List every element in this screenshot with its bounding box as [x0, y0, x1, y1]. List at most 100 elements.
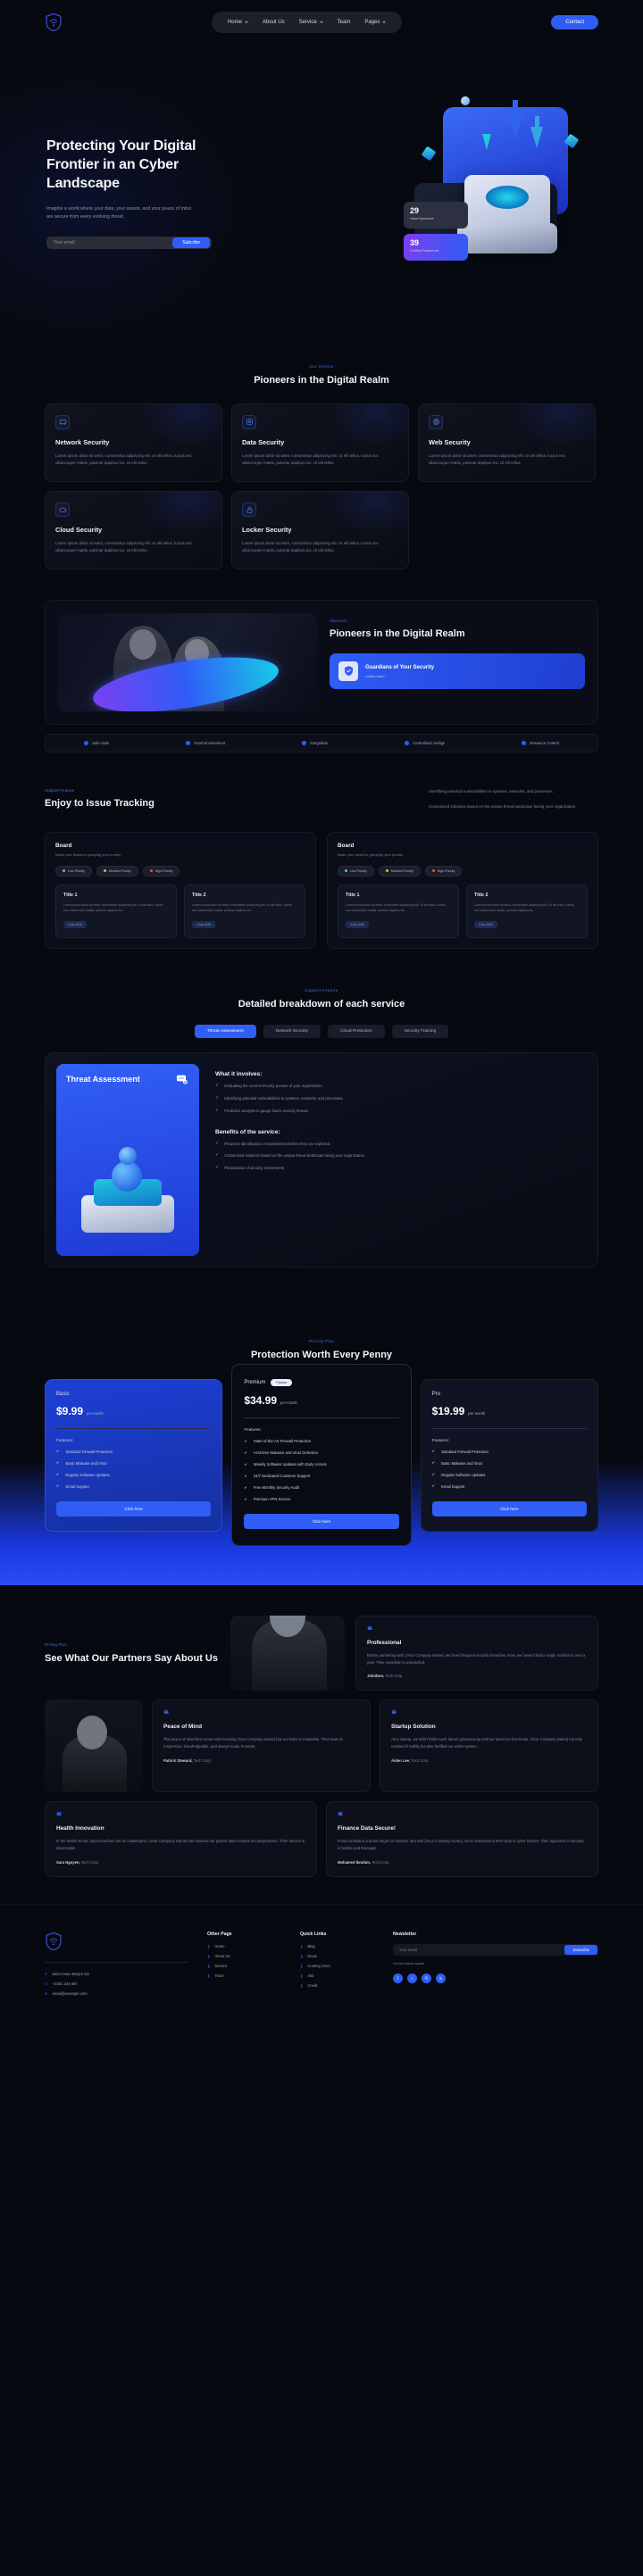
involves-text: Identifying potential vulnerabilities in… — [224, 1096, 344, 1101]
priority-chip[interactable]: Medium Priority — [378, 865, 421, 877]
hero-copy: Protecting Your Digital Frontier in an C… — [46, 137, 225, 249]
chip-label: Low Priority — [350, 868, 367, 873]
chevron-right-icon: ❯ — [300, 1943, 304, 1949]
tab-security-training[interactable]: Security Training — [391, 1025, 449, 1039]
dot-icon — [63, 868, 65, 872]
nav-item-about[interactable]: About Us — [263, 20, 285, 25]
task-card[interactable]: Title 2 Lorem ipsum dolor sit amet, cons… — [184, 884, 305, 938]
about-section: About Us Pioneers in the Digital Realm G… — [45, 600, 598, 753]
feature-label: Safe code — [92, 741, 109, 746]
newsletter-email-input[interactable] — [393, 1947, 565, 1952]
quote-icon: ❝ — [391, 1709, 397, 1721]
priority-chip[interactable]: High Priority — [142, 865, 180, 877]
pricing-cards: Basic $9.99 per month Features: ✔ Standard… — [45, 1364, 598, 1547]
testimonial-card-peace: ❝ Peace of Mind The peace of mind that c… — [152, 1699, 371, 1793]
priority-chip[interactable]: Low Priority — [338, 865, 374, 877]
author-company: Tech Corp. — [80, 1859, 100, 1865]
quote-icon: ❝ — [338, 1811, 343, 1823]
author-company: Tech Corp. — [372, 1859, 390, 1865]
newsletter-subscribe-button[interactable]: Subscribe — [564, 1944, 597, 1955]
footer-link-blog[interactable]: ❯ Blog — [300, 1944, 373, 1949]
testimonial-author: Mohamed Ibrahim, Tech Corp. — [338, 1860, 587, 1865]
footer-phone[interactable]: ✆ +2381 234 567 — [45, 1982, 188, 1986]
plan-cta-basic[interactable]: Click here — [56, 1500, 212, 1517]
board-title: Board — [338, 842, 355, 849]
footer-link-coming-soon[interactable]: ❯ Coming Soon — [300, 1964, 373, 1968]
twitter-icon[interactable]: t — [407, 1973, 417, 1983]
tab-threat-assessment[interactable]: Threat Assessment — [194, 1025, 256, 1039]
testimonial-author: Sara Nguyen, Tech Corp. — [56, 1860, 305, 1865]
service-card[interactable]: Data Security Lorem ipsum dolor sit amet… — [231, 403, 409, 483]
about-cta-card[interactable]: Guardians of Your Security Learn more › — [330, 652, 585, 689]
footer-link-home[interactable]: ❯ Home — [207, 1944, 280, 1949]
footer-link-404[interactable]: ❯ 404 — [300, 1974, 373, 1978]
feature-text: Email Support — [65, 1483, 89, 1489]
testimonials-container: Pricing Plan See What Our Partners Say A… — [45, 1616, 598, 1877]
footer-link-team[interactable]: ❯ Team — [207, 1974, 280, 1978]
chevron-right-icon: ❯ — [207, 1963, 211, 1968]
issue-paragraph-2: Customized solutions based on the unique… — [429, 803, 577, 809]
quote-icon: ❝ — [163, 1709, 169, 1721]
plan-period: per month — [280, 1400, 297, 1406]
hero-title: Protecting Your Digital Frontier in an C… — [46, 138, 196, 192]
check-icon: ✔ — [431, 1460, 436, 1466]
board-panel: Board Make your board to grouping your p… — [327, 831, 598, 949]
task-title: Title 1 — [63, 892, 78, 898]
priority-chip[interactable]: High Priority — [424, 865, 463, 877]
newsletter-note: Get the latest update — [393, 1961, 425, 1965]
plan-name-label: Basic — [56, 1391, 70, 1397]
plan-cta-pro[interactable]: Click here — [431, 1500, 587, 1517]
plan-price: $9.99 per month — [56, 1405, 211, 1417]
task-card[interactable]: Title 1 Lorem ipsum dolor sit amet, cons… — [338, 884, 459, 938]
service-card[interactable]: Network Security Lorem ipsum dolor sit a… — [45, 403, 222, 483]
nav-item-home[interactable]: Home — [228, 20, 248, 25]
about-cta-link[interactable]: Learn more › — [365, 674, 434, 678]
service-card[interactable]: Locker Security Lorem ipsum dolor sit am… — [231, 491, 409, 570]
check-icon: ✔ — [244, 1450, 247, 1455]
task-card[interactable]: Title 2 Lorem ipsum dolor sit amet, cons… — [466, 884, 588, 938]
nav-item-team[interactable]: Team — [338, 20, 351, 25]
feature-row: ✔ State-of-the-Art Firewall Protection — [244, 1439, 398, 1443]
footer-link-news[interactable]: ❯ News — [300, 1954, 373, 1958]
chevron-right-icon: ❯ — [300, 1953, 304, 1958]
shield-badge-icon — [338, 661, 358, 681]
plan-name-label: Pro — [431, 1391, 440, 1397]
check-icon: ✔ — [215, 1083, 220, 1089]
involves-heading: What it involves: — [215, 1071, 263, 1078]
priority-chip[interactable]: Low Priority — [55, 865, 92, 877]
hero-subscribe-button[interactable]: Subcribe — [172, 237, 210, 248]
breakdown-panel: Threat Assessment What it involves: ✔ Eva… — [45, 1052, 598, 1268]
author-name: JohnDoe, — [367, 1674, 385, 1679]
plan-cta-premium[interactable]: Click here — [244, 1514, 399, 1530]
tab-network-security[interactable]: Network Security — [263, 1025, 322, 1039]
task-body: Lorem ipsum dolor sit amet, consectetur … — [474, 902, 574, 913]
phone-icon: ✆ — [45, 1981, 48, 1986]
footer-link-credit[interactable]: ❯ Credit — [300, 1983, 373, 1988]
dot-icon — [103, 868, 106, 872]
footer-email[interactable]: ✉ email@example.com — [45, 1991, 188, 1996]
service-card[interactable]: Cloud Security Lorem ipsum dolor sit ame… — [45, 491, 222, 570]
nav-item-pages[interactable]: Pages — [364, 20, 387, 25]
plan-name: Pro — [432, 1392, 587, 1397]
service-name: Data Security — [242, 437, 285, 446]
footer-link-about[interactable]: ❯ About Us — [207, 1954, 280, 1958]
linkedin-icon[interactable]: in — [436, 1973, 446, 1983]
service-card[interactable]: Web Security Lorem ipsum dolor sit amet,… — [418, 403, 596, 483]
tab-cloud-protection[interactable]: Cloud Protection — [328, 1025, 385, 1039]
link-label: News — [307, 1953, 317, 1958]
facebook-icon[interactable]: f — [393, 1973, 403, 1983]
task-card[interactable]: Title 1 Lorem ipsum dolor sit amet, cons… — [55, 884, 177, 938]
hero-section: Protecting Your Digital Frontier in an C… — [0, 45, 643, 357]
panel-visual: Threat Assessment — [56, 1064, 199, 1257]
priority-chip[interactable]: Medium Priority — [96, 865, 138, 877]
feature-text: Email Support — [441, 1483, 465, 1489]
testimonial-card-startup: ❝ Startup Solution As a startup, we didn… — [380, 1699, 598, 1793]
contact-button[interactable]: Contact — [551, 15, 598, 29]
hero-email-input[interactable] — [46, 239, 173, 245]
pricing-card-basic: Basic $9.99 per month Features: ✔ Standard… — [45, 1378, 223, 1532]
nav-item-service[interactable]: Service — [299, 20, 323, 25]
site-logo[interactable] — [45, 12, 63, 32]
instagram-icon[interactable]: ◎ — [422, 1973, 431, 1983]
footer-link-service[interactable]: ❯ Service — [207, 1964, 280, 1968]
feature-item: Integration — [302, 741, 328, 746]
